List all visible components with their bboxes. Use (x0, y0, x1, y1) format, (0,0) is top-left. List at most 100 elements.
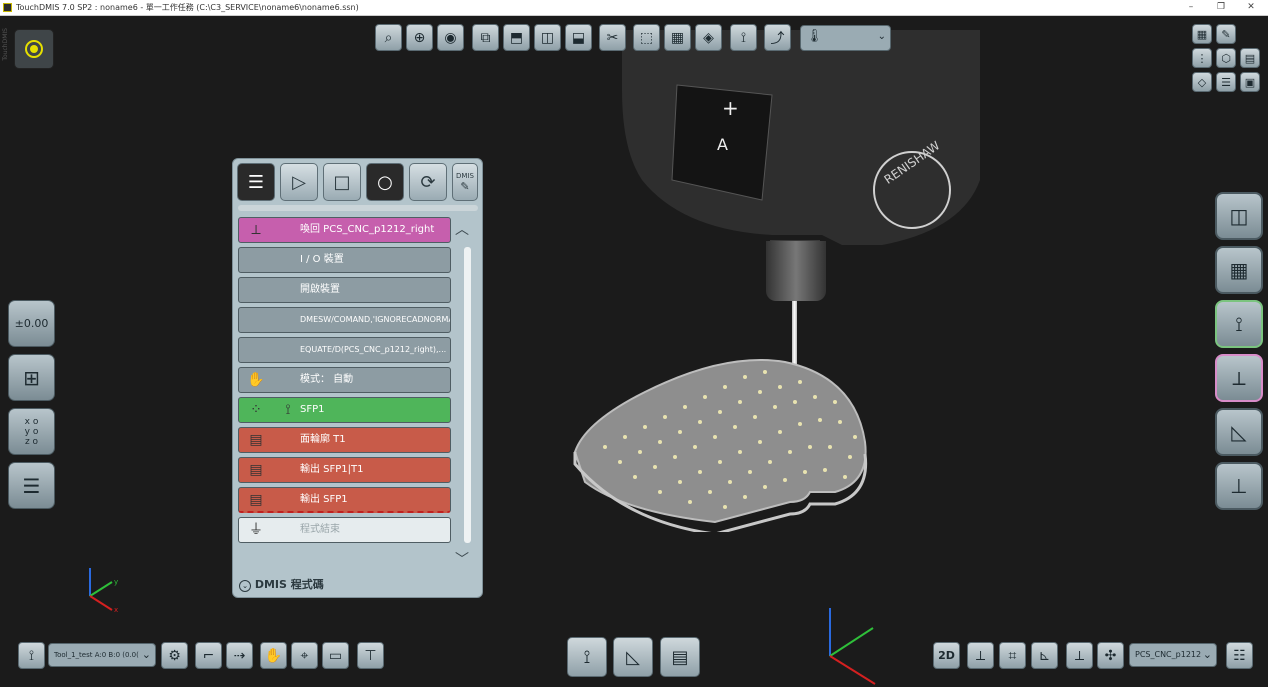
cube-view-icon[interactable]: ⬡ (1216, 48, 1236, 68)
program-row[interactable]: ⏚ 程式結束 (238, 517, 451, 543)
hand-icon: ✋ (247, 372, 265, 388)
program-row[interactable]: 開啟裝置 (238, 277, 451, 303)
close-button[interactable]: ✕ (1236, 0, 1266, 15)
mode-button[interactable] (14, 29, 54, 69)
csys-select[interactable]: PCS_CNC_p1212 ⌄ (1129, 643, 1217, 667)
zoom-fit-icon[interactable]: ⌕ (375, 24, 402, 51)
offset-button[interactable]: ±0.00 (8, 300, 55, 347)
chevron-down-icon: ⌄ (239, 580, 251, 592)
minimize-button[interactable]: – (1176, 0, 1206, 15)
coordinate-button[interactable]: ⟂ (1215, 354, 1263, 402)
dmis-code-toggle[interactable]: ⌄ DMIS 程式碼 (239, 576, 324, 592)
restore-button[interactable]: ❐ (1206, 0, 1236, 15)
row-text: 程式結束 (300, 524, 340, 535)
select-icon[interactable]: ▤ (1240, 48, 1260, 68)
program-row[interactable]: ▤ 輸出 SFP1|T1 (238, 457, 451, 483)
refresh-button[interactable]: ⟳ (409, 163, 447, 201)
probe-tool-button[interactable]: ⟟ (567, 637, 607, 677)
probe-icon: ⟟ (285, 402, 291, 418)
probe-select-value: Tool_1_test A:0 B:0 (0.0( (54, 651, 139, 659)
end-icon: ⏚ (249, 522, 263, 538)
stop-button[interactable]: □ (323, 163, 361, 201)
axis2-icon[interactable]: ⟂ (1066, 642, 1093, 669)
table-icon[interactable]: ☰ (1216, 72, 1236, 92)
menu-button[interactable]: ☰ (237, 163, 275, 201)
program-row[interactable]: ✋ 模式： 自動 (238, 367, 451, 393)
program-row[interactable]: DMESW/COMAND,'IGNORECADNORMA... (238, 307, 451, 333)
page-icon[interactable]: ▣ (1240, 72, 1260, 92)
table-button[interactable]: ▦ (1215, 246, 1263, 294)
temperature-select[interactable]: 🌡 ⌄ (800, 25, 891, 51)
row-text: EQUATE/D(PCS_CNC_p1212_right),... (300, 345, 447, 354)
row-text: I / O 裝置 (300, 254, 344, 265)
planes-button[interactable]: ◫ (1215, 192, 1263, 240)
row-text: 輸出 SFP1|T1 (300, 464, 364, 475)
view-side-icon[interactable]: ◫ (534, 24, 561, 51)
xyz-button[interactable]: x o y o z o (8, 408, 55, 455)
grid-icon[interactable]: ▦ (1192, 24, 1212, 44)
layer-icon[interactable]: ◈ (695, 24, 722, 51)
step-icon[interactable]: ⌐ (195, 642, 222, 669)
tree-button[interactable]: ⊞ (8, 354, 55, 401)
2d-button[interactable]: 2D (933, 642, 960, 669)
align-icon[interactable]: ⟂ (967, 642, 994, 669)
offset-label: ±0.00 (14, 317, 49, 330)
dmis-edit-button[interactable]: DMIS ✎ (452, 163, 478, 201)
probe-icon[interactable]: ⟟ (18, 642, 45, 669)
list-button[interactable]: ☰ (8, 462, 55, 509)
row-text: 輸出 SFP1 (300, 494, 348, 505)
program-row[interactable]: EQUATE/D(PCS_CNC_p1212_right),... (238, 337, 451, 363)
brush-icon[interactable]: ✎ (1216, 24, 1236, 44)
hand-icon[interactable]: ✋ (260, 642, 287, 669)
scroll-down-button[interactable]: ﹀ (455, 549, 469, 569)
probe-select[interactable]: Tool_1_test A:0 B:0 (0.0( ⌄ (48, 643, 156, 667)
cube-faces-icon[interactable]: ▦ (664, 24, 691, 51)
construct-button[interactable]: ⊥ (1215, 462, 1263, 510)
path-icon[interactable]: ⇢ (226, 642, 253, 669)
refresh-icon: ⟳ (420, 171, 436, 193)
dmis-edit-label: DMIS (456, 171, 474, 180)
probe-point-icon[interactable]: ⟟ (730, 24, 757, 51)
program-row[interactable]: I / O 裝置 (238, 247, 451, 273)
axis-flip-icon[interactable]: ⤴ (764, 24, 791, 51)
report-button[interactable]: ▤ (660, 637, 700, 677)
measure-button[interactable]: ◺ (1215, 408, 1263, 456)
axis-icon[interactable]: ⊾ (1031, 642, 1058, 669)
cube-icon[interactable]: ⬚ (633, 24, 660, 51)
joystick-icon[interactable]: ⋮ (1192, 48, 1212, 68)
probe-body (766, 241, 826, 301)
clip-icon[interactable]: ✂ (599, 24, 626, 51)
joystick-icon[interactable]: ⌖ (291, 642, 318, 669)
program-row[interactable]: ⁘ ⟟ SFP1 (238, 397, 451, 423)
pattern-icon: ⁘ (250, 402, 262, 418)
shapes-icon[interactable]: ◇ (1192, 72, 1212, 92)
row-text: 開啟裝置 (300, 284, 340, 295)
axis-icon: ⟂ (251, 222, 261, 238)
settings-icon[interactable]: ☷ (1226, 642, 1253, 669)
probe-button[interactable]: ⟟ (1215, 300, 1263, 348)
probe-change-icon[interactable]: ⚙ (161, 642, 188, 669)
row-text: 面輪廓 T1 (300, 434, 346, 445)
tip-icon[interactable]: ⊤ (357, 642, 384, 669)
screen-icon[interactable]: ▭ (322, 642, 349, 669)
scrollbar[interactable] (464, 247, 471, 543)
program-row[interactable]: ▤ 輸出 SFP1 (238, 487, 451, 513)
view-top-icon[interactable]: ⬒ (503, 24, 530, 51)
program-row[interactable]: ▤ 面輪廓 T1 (238, 427, 451, 453)
view-front-icon[interactable]: ⧉ (472, 24, 499, 51)
zoom-icon[interactable]: ⊕ (406, 24, 433, 51)
scroll-up-button[interactable]: ︿ (455, 219, 469, 239)
view-icon[interactable]: ◉ (437, 24, 464, 51)
fan-icon[interactable]: ✣ (1097, 642, 1124, 669)
record-button[interactable]: ○ (366, 163, 404, 201)
measure-tool-button[interactable]: ◺ (613, 637, 653, 677)
3d-viewport[interactable]: TouchDMIS A + RENISHAW ⌕ ⊕ ◉ ⧉ ⬒ ◫ ⬓ ✂ ⬚… (0, 16, 1268, 687)
window-title: TouchDMIS 7.0 SP2 : noname6 - 單一工作任務 (C:… (16, 3, 359, 12)
crop-icon[interactable]: ⌗ (999, 642, 1026, 669)
row-text: 模式： 自動 (300, 374, 354, 385)
program-row[interactable]: ⟂ 喚回 PCS_CNC_p1212_right (238, 217, 451, 243)
view-iso-icon[interactable]: ⬓ (565, 24, 592, 51)
play-button[interactable]: ▷ (280, 163, 318, 201)
measure-icon: ◺ (626, 646, 640, 668)
thermometer-icon: 🌡 (806, 29, 823, 44)
